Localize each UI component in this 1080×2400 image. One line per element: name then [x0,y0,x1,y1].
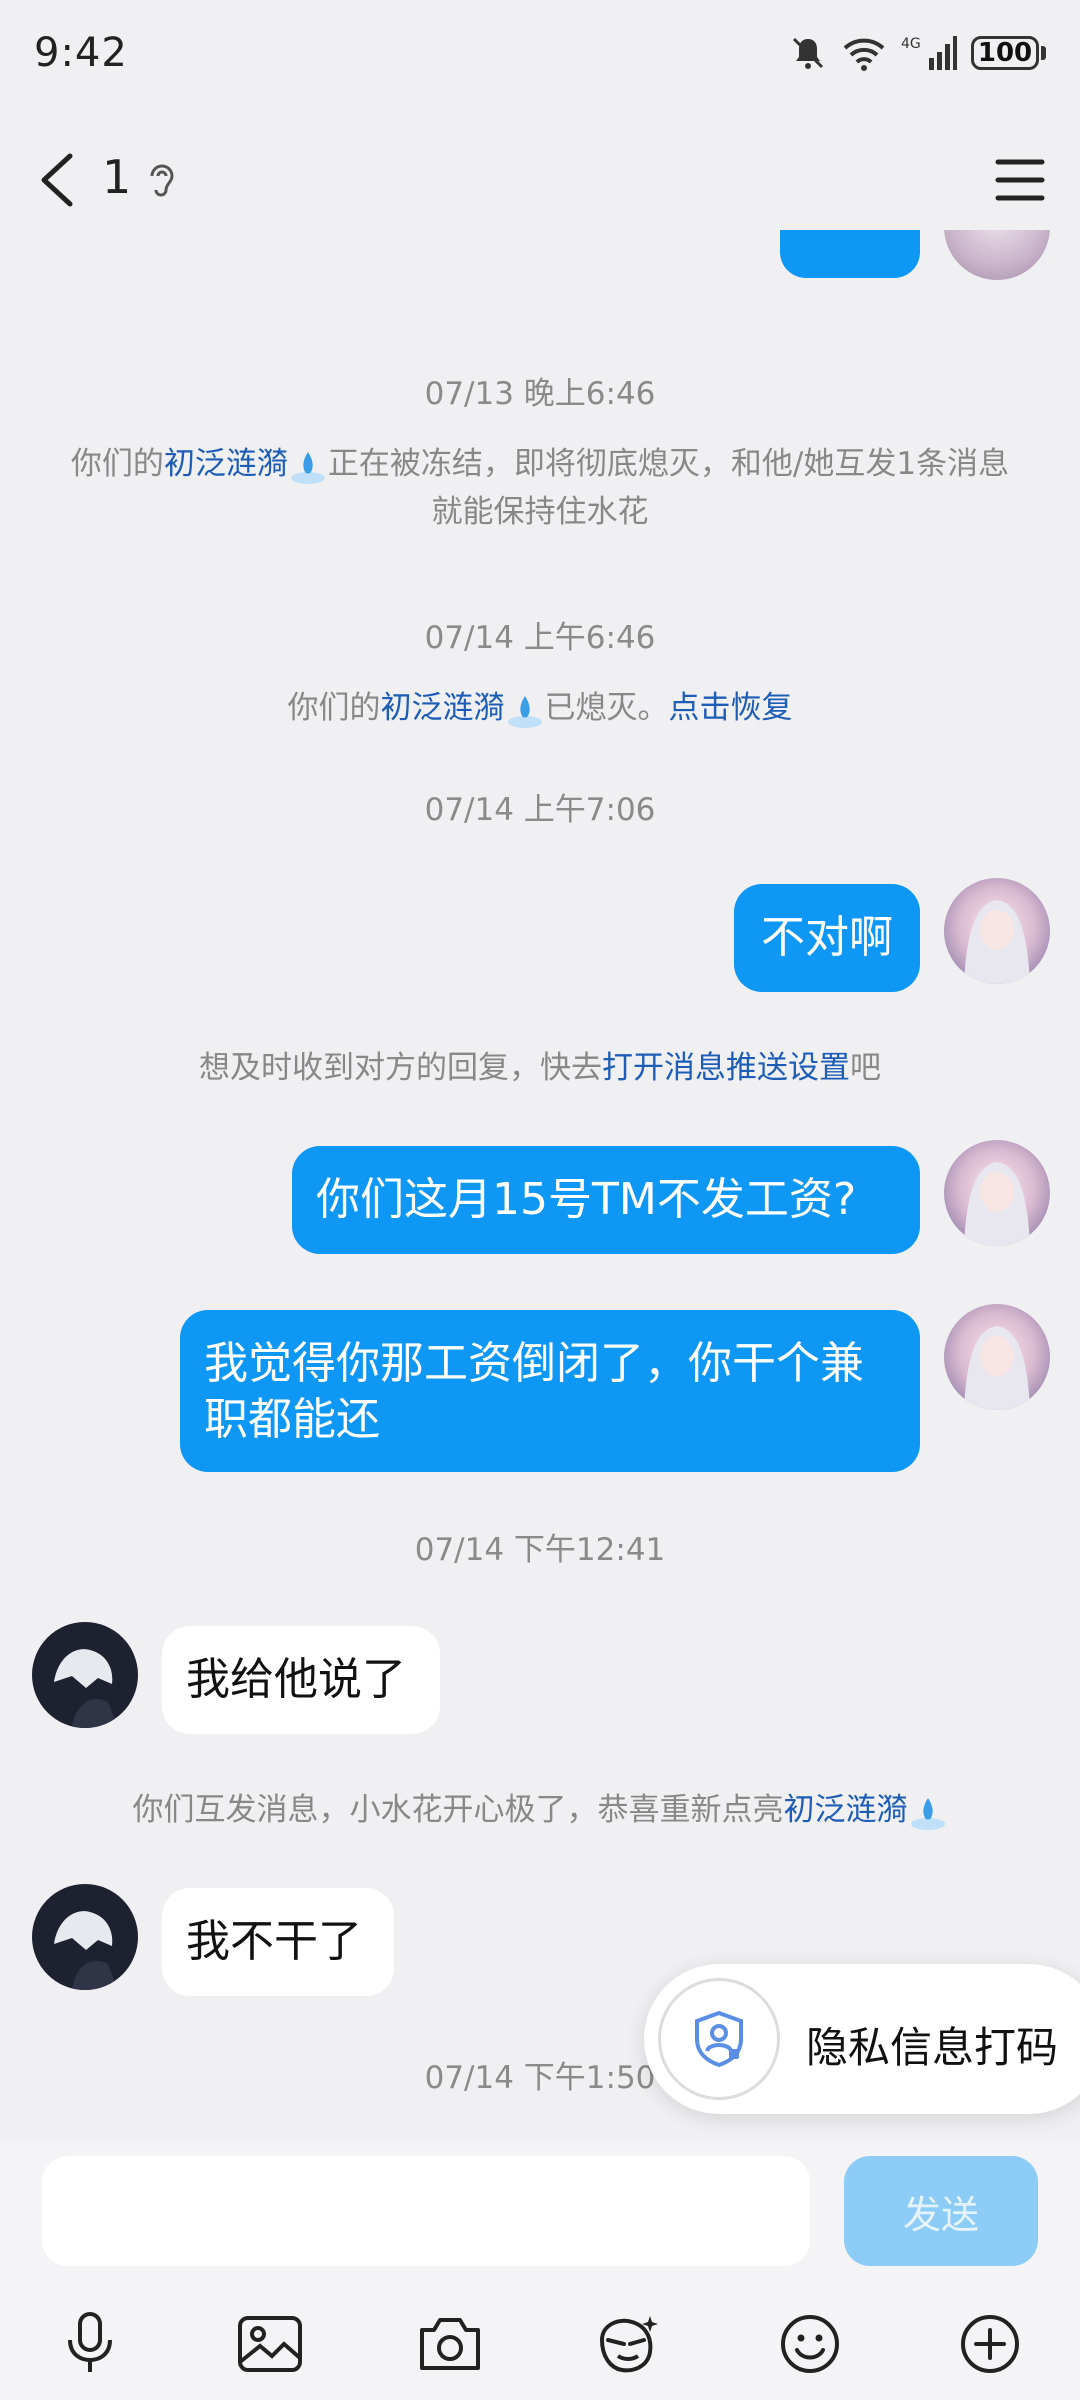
message-bubble-sent[interactable]: 你们这月15号TM不发工资? [292,1146,920,1254]
chevron-left-icon [41,153,73,207]
menu-button[interactable] [990,154,1050,206]
voice-button[interactable] [52,2306,128,2382]
signal-icon: 4G [901,34,957,72]
sticker-face-icon [599,2316,658,2373]
streak-name-link[interactable]: 初泛涟漪 [381,690,505,726]
streak-name-link[interactable]: 初泛涟漪 [164,446,288,482]
svg-text:4G: 4G [901,36,921,52]
system-notice-relit: 你们互发消息，小水花开心极了，恭喜重新点亮初泛涟漪 [60,1786,1020,1834]
notice-text: 你们的 [287,690,381,726]
notice-text: 吧 [850,1050,881,1086]
chat-header: 1 [0,130,1080,230]
timestamp: 07/14 上午7:06 [424,792,656,828]
timestamp: 07/14 上午6:46 [424,620,656,656]
notice-text: 已熄灭。 [544,690,669,726]
battery-icon: 100 [971,36,1039,70]
camera-button[interactable] [412,2306,488,2382]
plus-circle-icon [961,2315,1019,2373]
avatar-fragment [944,230,1050,280]
ear-icon[interactable] [144,160,180,208]
push-settings-link[interactable]: 打开消息推送设置 [602,1050,850,1086]
notice-text: 你们互发消息，小水花开心极了，恭喜重新点亮 [132,1792,784,1828]
system-notice-extinguished: 你们的初泛涟漪 已熄灭。点击恢复 [60,684,1020,732]
timestamp: 07/14 下午12:41 [414,1532,666,1568]
microphone-icon [68,2312,112,2372]
smiley-icon [781,2315,839,2373]
status-time: 9:42 [34,30,128,76]
sticker-button[interactable] [590,2306,666,2382]
water-drop-icon [910,1797,945,1830]
message-bubble-fragment [780,230,920,278]
hamburger-icon [995,159,1045,201]
system-notice-freezing: 你们的初泛涟漪 正在被冻结，即将彻底熄灭，和他/她互发1条消息就能保持住水花 [60,440,1020,536]
message-bubble-sent[interactable]: 不对啊 [734,884,920,992]
my-avatar[interactable] [944,1140,1050,1246]
contact-avatar[interactable] [32,1622,138,1728]
camera-icon [420,2318,480,2370]
mute-icon [789,34,827,72]
privacy-label: 隐私信息打码 [806,2023,1059,2072]
status-bar: 9:42 4G 100 [0,0,1080,110]
photo-button[interactable] [232,2306,308,2382]
my-avatar[interactable] [944,1304,1050,1410]
battery-tip [1041,46,1046,60]
back-button[interactable] [30,148,90,212]
water-drop-icon [290,451,325,484]
message-bubble-received[interactable]: 我不干了 [162,1888,394,1996]
notice-text: 想及时收到对方的回复，快去 [199,1050,602,1086]
more-button[interactable] [952,2306,1028,2382]
message-bubble-received[interactable]: 我给他说了 [162,1626,440,1734]
message-input[interactable] [42,2156,810,2266]
notice-text: 你们的 [70,446,164,482]
status-icons: 4G 100 [789,34,1046,72]
contact-avatar[interactable] [32,1884,138,1990]
chat-title[interactable]: 1 [102,150,131,204]
wifi-icon [841,34,887,72]
scrolled-message-fragment [0,230,1080,290]
streak-name-link[interactable]: 初泛涟漪 [784,1792,908,1828]
message-bubble-sent[interactable]: 我觉得你那工资倒闭了，你干个兼职都能还 [180,1310,920,1472]
composer-toolbar [0,2300,1080,2400]
privacy-mask-button[interactable]: 隐私信息打码 [644,1964,1080,2114]
timestamp: 07/13 晚上6:46 [424,376,656,412]
emoji-button[interactable] [772,2306,848,2382]
restore-link[interactable]: 点击恢复 [669,690,793,726]
send-button[interactable]: 发送 [844,2156,1038,2266]
shield-user-icon [658,1978,780,2100]
my-avatar[interactable] [944,878,1050,984]
water-drop-icon [507,695,542,728]
notice-text: 正在被冻结，即将彻底熄灭，和他/她互发1条消息就能保持住水花 [327,446,1010,530]
image-icon [238,2316,302,2372]
composer: 发送 [0,2140,1080,2400]
system-notice-push: 想及时收到对方的回复，快去打开消息推送设置吧 [60,1044,1020,1092]
